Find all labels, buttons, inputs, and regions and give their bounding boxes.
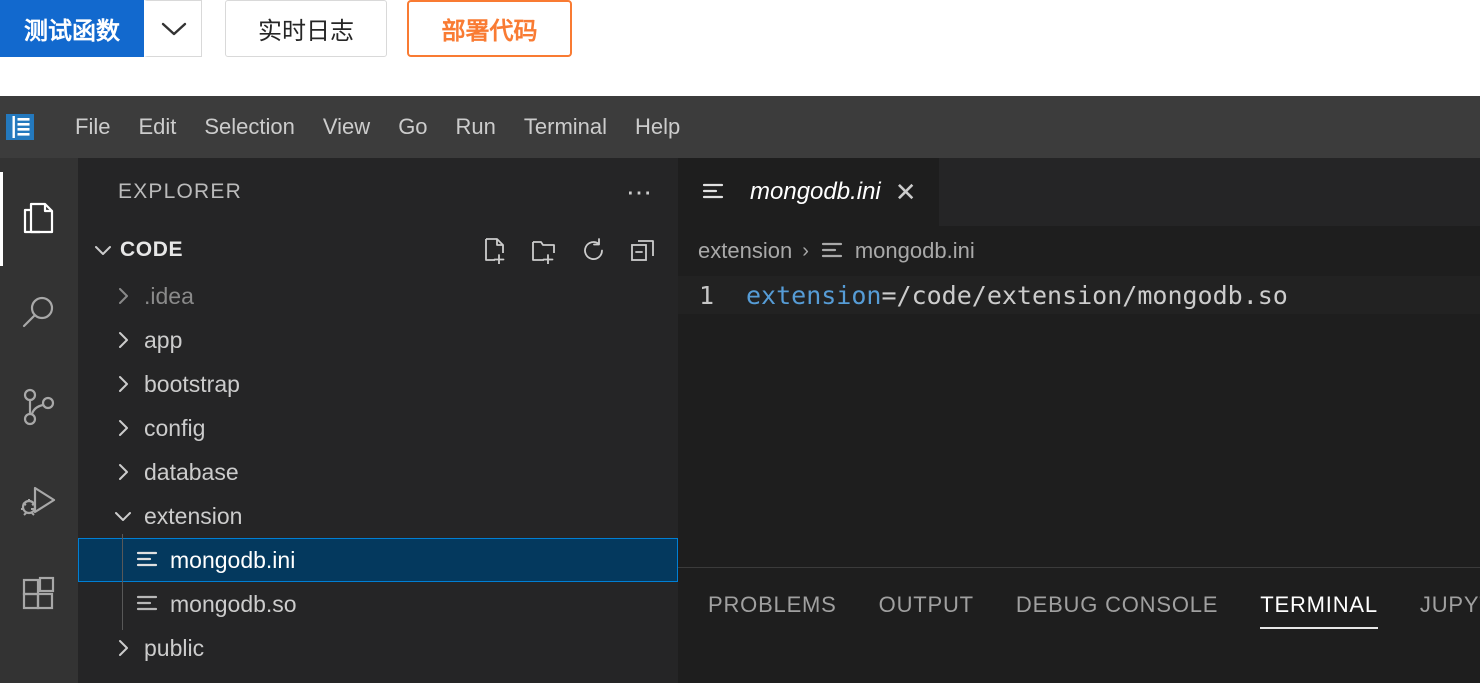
tree-item-label: bootstrap (144, 370, 240, 397)
chevron-right-icon (119, 288, 128, 304)
chevron-down-icon (161, 22, 187, 35)
explorer-section-actions (482, 237, 656, 264)
settings-file-icon (821, 242, 842, 258)
chevron-down-icon (115, 512, 131, 521)
vscode-window: File Edit Selection View Go Run Terminal… (0, 96, 1480, 683)
tree-row[interactable]: app (78, 318, 678, 362)
explorer-section-label: CODE (120, 238, 184, 261)
panel-tab-bar: PROBLEMS OUTPUT DEBUG CONSOLE TERMINAL J… (678, 568, 1480, 642)
tree-row[interactable]: .idea (78, 274, 678, 318)
activity-item-run-and-debug[interactable] (0, 454, 78, 548)
tree-item-label: extension (144, 502, 243, 529)
panel-tab-terminal[interactable]: TERMINAL (1260, 581, 1378, 629)
tree-item-label: mongodb.so (170, 590, 297, 617)
tree-item-label: mongodb.ini (170, 546, 296, 573)
test-function-button[interactable]: 测试函数 (0, 0, 144, 57)
deploy-code-button[interactable]: 部署代码 (407, 0, 572, 57)
explorer-sidebar: EXPLORER ⋯ CODE .idea app bootstrap conf… (78, 158, 678, 683)
tree-row[interactable]: database (78, 450, 678, 494)
activity-bar (0, 158, 78, 683)
menu-bar: File Edit Selection View Go Run Terminal… (0, 96, 1480, 158)
panel-tab-jupyter[interactable]: JUPYT (1420, 581, 1480, 629)
tree-item-label: .idea (144, 282, 194, 309)
breadcrumb: extension › mongodb.ini (678, 226, 1480, 276)
code-line-content[interactable]: extension=/code/extension/mongodb.so (746, 281, 1288, 310)
realtime-log-button[interactable]: 实时日志 (225, 0, 387, 57)
chevron-right-icon (119, 376, 128, 392)
menu-help[interactable]: Help (621, 110, 694, 144)
panel-tab-output[interactable]: OUTPUT (879, 581, 974, 629)
line-number: 1 (698, 280, 714, 310)
menu-run[interactable]: Run (442, 110, 510, 144)
menu-view[interactable]: View (309, 110, 384, 144)
settings-file-icon (136, 595, 158, 611)
refresh-icon[interactable] (580, 237, 607, 264)
settings-file-icon (136, 551, 158, 567)
tree-row[interactable]: bootstrap (78, 362, 678, 406)
code-line-1: 1 extension=/code/extension/mongodb.so (678, 276, 1480, 314)
new-file-icon[interactable] (482, 237, 509, 264)
settings-file-icon (702, 183, 724, 199)
ellipsis-icon[interactable]: ⋯ (626, 179, 654, 205)
test-function-button-group: 测试函数 (0, 0, 202, 57)
menu-terminal[interactable]: Terminal (510, 110, 621, 144)
breadcrumb-item-folder[interactable]: extension (698, 238, 792, 264)
tree-row[interactable]: config (78, 406, 678, 450)
editor-tab-label: mongodb.ini (750, 178, 881, 205)
tree-item-label: public (144, 634, 205, 661)
menu-go[interactable]: Go (384, 110, 441, 144)
close-icon[interactable]: ✕ (895, 179, 917, 205)
explorer-title: EXPLORER (118, 180, 242, 203)
editor-tab-mongodb-ini[interactable]: mongodb.ini ✕ (678, 158, 939, 226)
tree-item-label: database (144, 458, 239, 485)
activity-item-source-control[interactable] (0, 360, 78, 454)
chevron-right-icon (119, 464, 128, 480)
activity-item-extensions[interactable] (0, 548, 78, 642)
app-root: 测试函数 实时日志 部署代码 File Edit Selection View … (0, 0, 1480, 683)
file-tree: .idea app bootstrap config database exte… (78, 274, 678, 683)
tree-row-partial[interactable] (78, 670, 678, 683)
files-icon (23, 202, 54, 234)
run-and-debug-icon (21, 486, 56, 516)
panel-tab-debug-console[interactable]: DEBUG CONSOLE (1016, 581, 1218, 629)
chevron-right-icon: › (802, 239, 809, 262)
search-icon (22, 296, 54, 328)
collapse-all-icon[interactable] (629, 237, 656, 264)
code-token-key: extension (746, 280, 882, 310)
source-control-branch-icon (23, 388, 55, 426)
tree-row[interactable]: public (78, 626, 678, 670)
panel-tab-problems[interactable]: PROBLEMS (708, 581, 837, 629)
explorer-header: EXPLORER ⋯ (78, 158, 678, 226)
tree-row[interactable]: mongodb.so (78, 578, 678, 630)
chevron-down-icon (95, 246, 111, 255)
menu-edit[interactable]: Edit (124, 110, 190, 144)
bottom-panel: PROBLEMS OUTPUT DEBUG CONSOLE TERMINAL J… (678, 567, 1480, 683)
code-editor[interactable]: 1 extension=/code/extension/mongodb.so (678, 276, 1480, 616)
chevron-right-icon (119, 420, 128, 436)
extensions-blocks-icon (22, 576, 55, 610)
new-folder-icon[interactable] (531, 237, 558, 264)
tree-row[interactable]: mongodb.ini (78, 534, 678, 586)
activity-item-search[interactable] (0, 266, 78, 360)
chevron-right-icon (119, 332, 128, 348)
chevron-right-icon (119, 640, 128, 656)
explorer-section-code[interactable]: CODE (78, 226, 678, 274)
code-token-value: =/code/extension/mongodb.so (881, 280, 1288, 310)
menu-selection[interactable]: Selection (190, 110, 309, 144)
chevron-right-icon (110, 679, 136, 683)
tree-item-label: app (144, 326, 183, 353)
tree-row[interactable]: extension (78, 494, 678, 538)
web-toolbar: 测试函数 实时日志 部署代码 (0, 0, 1480, 96)
breadcrumb-item-file[interactable]: mongodb.ini (855, 238, 975, 264)
tree-item-label: config (144, 414, 206, 441)
vscode-file-logo-icon (6, 114, 34, 140)
editor-tab-bar: mongodb.ini ✕ (678, 158, 1480, 226)
test-function-dropdown-button[interactable] (144, 0, 202, 57)
activity-item-explorer[interactable] (0, 172, 78, 266)
menu-file[interactable]: File (61, 110, 124, 144)
